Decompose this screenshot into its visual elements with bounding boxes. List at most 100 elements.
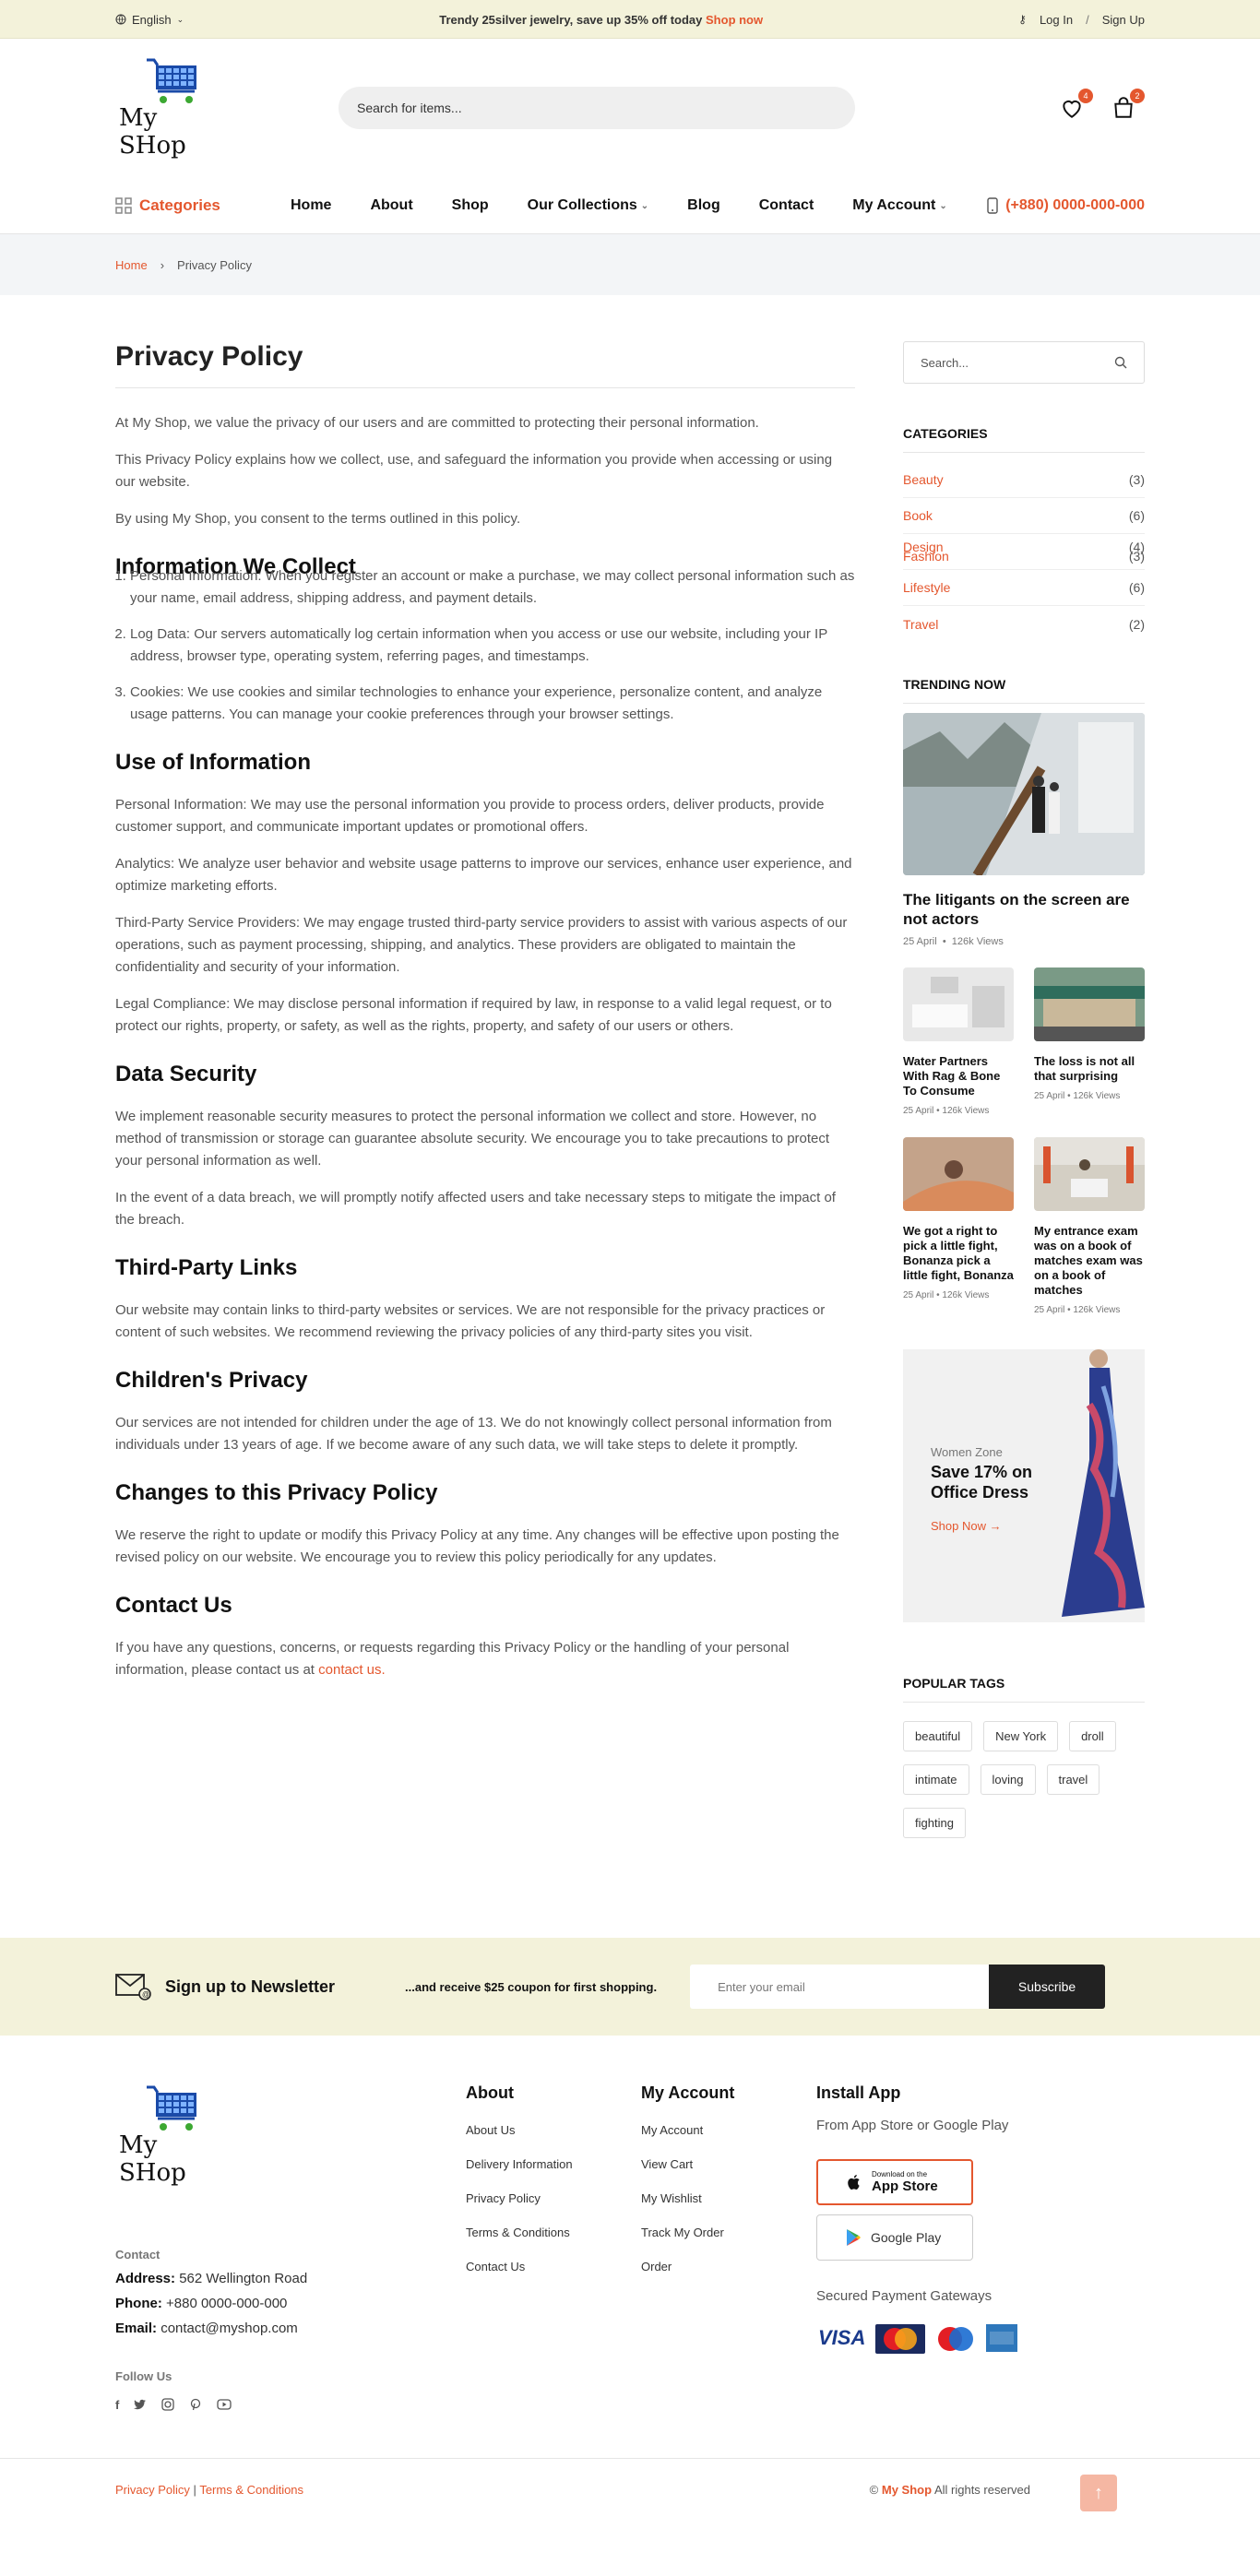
trending-card[interactable]: We got a right to pick a little fight, B… [903,1137,1014,1316]
nav-item-about[interactable]: About [370,197,412,214]
tag[interactable]: travel [1046,1764,1100,1795]
back-to-top-button[interactable]: ↑ [1080,2475,1117,2511]
promo-shop-link[interactable]: Shop Now → [931,1519,1002,1533]
tag[interactable]: intimate [903,1764,969,1795]
post-views: 126k Views [942,1106,990,1116]
subscribe-button[interactable]: Subscribe [989,1965,1106,2009]
phone-link[interactable]: (+880) 0000-000-000 [987,197,1145,214]
footer-privacy-link[interactable]: Privacy Policy [115,2483,190,2497]
breadcrumb-home[interactable]: Home [115,258,148,272]
footer-link[interactable]: Terms & Conditions [466,2226,641,2239]
category-item[interactable]: Lifestyle (6) [903,570,1145,606]
login-link[interactable]: Log In [1040,13,1073,27]
categories-button[interactable]: Categories [115,196,291,215]
social-links: f [115,2398,466,2412]
follow-label: Follow Us [115,2369,172,2383]
tag[interactable]: loving [980,1764,1036,1795]
category-item[interactable]: Design Fashion (4) (3) [903,534,1145,570]
globe-icon [115,14,126,25]
intro-paragraph: This Privacy Policy explains how we coll… [115,452,833,490]
app-store-button[interactable]: Download on the App Store [816,2159,973,2205]
instagram-icon[interactable] [161,2398,174,2411]
trending-main-title[interactable]: The litigants on the screen are not acto… [903,890,1145,929]
trending-main-image[interactable] [903,713,1145,875]
search-input[interactable]: Search for items... [339,87,855,129]
trending-thumb [903,967,1014,1041]
nav-item-collections-label: Our Collections [527,197,637,213]
trending-card-title: Water Partners With Rag & Bone To Consum… [903,1054,1001,1098]
footer-link[interactable]: Contact Us [466,2260,641,2273]
contact-us-link[interactable]: contact us. [318,1662,386,1678]
category-item[interactable]: Beauty (3) [903,462,1145,498]
tag[interactable]: New York [983,1721,1059,1751]
security-paragraph: In the event of a data breach, we will p… [115,1190,836,1228]
footer-link[interactable]: View Cart [641,2157,816,2171]
nav-item-blog[interactable]: Blog [687,197,720,214]
nav-item-my-account[interactable]: My Account ⌄ [852,197,946,214]
promo-shop-now-link[interactable]: Shop now [706,13,763,27]
sidebar-search-input[interactable]: Search... [903,341,1145,384]
auth-links: ⚷ Log In / Sign Up [1018,13,1145,27]
nav-item-collections[interactable]: Our Collections ⌄ [528,197,649,214]
footer-account-col: My Account My Account View Cart My Wishl… [641,2083,816,2412]
twitter-icon[interactable] [134,2398,147,2411]
language-selector[interactable]: English ⌄ [115,13,184,27]
footer-link[interactable]: My Wishlist [641,2191,816,2205]
logo[interactable]: My SHop [115,56,226,160]
trending-card-title: We got a right to pick a little fight, B… [903,1224,1014,1282]
cart-button[interactable]: 2 [1111,89,1145,120]
nav-item-home[interactable]: Home [291,197,331,214]
facebook-icon[interactable]: f [115,2398,119,2412]
grid-icon [115,197,132,214]
footer-terms-link[interactable]: Terms & Conditions [199,2483,303,2497]
trending-card[interactable]: The loss is not all that surprising 25 A… [1034,967,1145,1117]
contact-heading: Contact Us [115,1593,232,1618]
trending-thumb [903,1137,1014,1211]
tag[interactable]: fighting [903,1808,966,1838]
newsletter-placeholder: Enter your email [718,1979,805,1994]
key-icon: ⚷ [1018,13,1027,26]
category-count: (3) [1128,549,1145,564]
signup-link[interactable]: Sign Up [1102,13,1145,27]
visa-icon: VISA [818,2326,865,2349]
category-item[interactable]: Travel (2) [903,606,1145,642]
post-views: 126k Views [1073,1091,1121,1101]
page-title: Privacy Policy [115,341,855,388]
wishlist-button[interactable]: 4 [1060,89,1093,120]
trending-card-meta: 25 April • 126k Views [1034,1091,1121,1101]
promo-text: Trendy 25silver jewelry, save up 35% off… [439,12,703,27]
footer-link[interactable]: Order [641,2260,816,2273]
nav-item-shop[interactable]: Shop [452,197,489,214]
newsletter-email-input[interactable]: Enter your email [690,1965,990,2009]
tag[interactable]: beautiful [903,1721,973,1751]
footer-logo[interactable]: My SHop [115,2083,226,2187]
footer-link[interactable]: Delivery Information [466,2157,641,2171]
amex-icon [986,2324,1017,2352]
footer-link[interactable]: My Account [641,2123,816,2137]
use-paragraph: Personal Information: We may use the per… [115,797,825,835]
footer-link[interactable]: Privacy Policy [466,2191,641,2205]
post-views: 126k Views [951,936,1004,947]
contact-label: Contact [115,2248,160,2261]
trending-card-meta: 25 April • 126k Views [1034,1305,1121,1315]
tag[interactable]: droll [1069,1721,1116,1751]
mail-icon: @ [115,1974,151,2000]
use-heading: Use of Information [115,750,312,775]
pinterest-icon[interactable] [189,2398,202,2411]
brand-name: My SHop [119,104,186,160]
promo-banner-sidebar[interactable]: Women Zone Save 17% on Office Dress Shop… [903,1349,1145,1622]
trending-card[interactable]: My entrance exam was on a book of matche… [1034,1137,1145,1316]
nav-item-contact[interactable]: Contact [759,197,814,214]
footer-link[interactable]: Track My Order [641,2226,816,2239]
list-item: Log Data: Our servers automatically log … [130,623,855,668]
category-item[interactable]: Book (6) [903,498,1145,534]
email-label: Email: [115,2321,158,2336]
nav-menu: Home About Shop Our Collections ⌄ Blog Co… [291,197,947,214]
post-date: 25 April [1034,1305,1065,1315]
google-play-button[interactable]: Google Play [816,2214,973,2261]
footer-link[interactable]: About Us [466,2123,641,2137]
trending-card[interactable]: Water Partners With Rag & Bone To Consum… [903,967,1014,1117]
footer-contact-col: My SHop Contact Address: 562 Wellington … [115,2083,466,2412]
youtube-icon[interactable] [217,2398,232,2411]
site-header: My SHop Search for items... 4 2 [0,39,1260,177]
